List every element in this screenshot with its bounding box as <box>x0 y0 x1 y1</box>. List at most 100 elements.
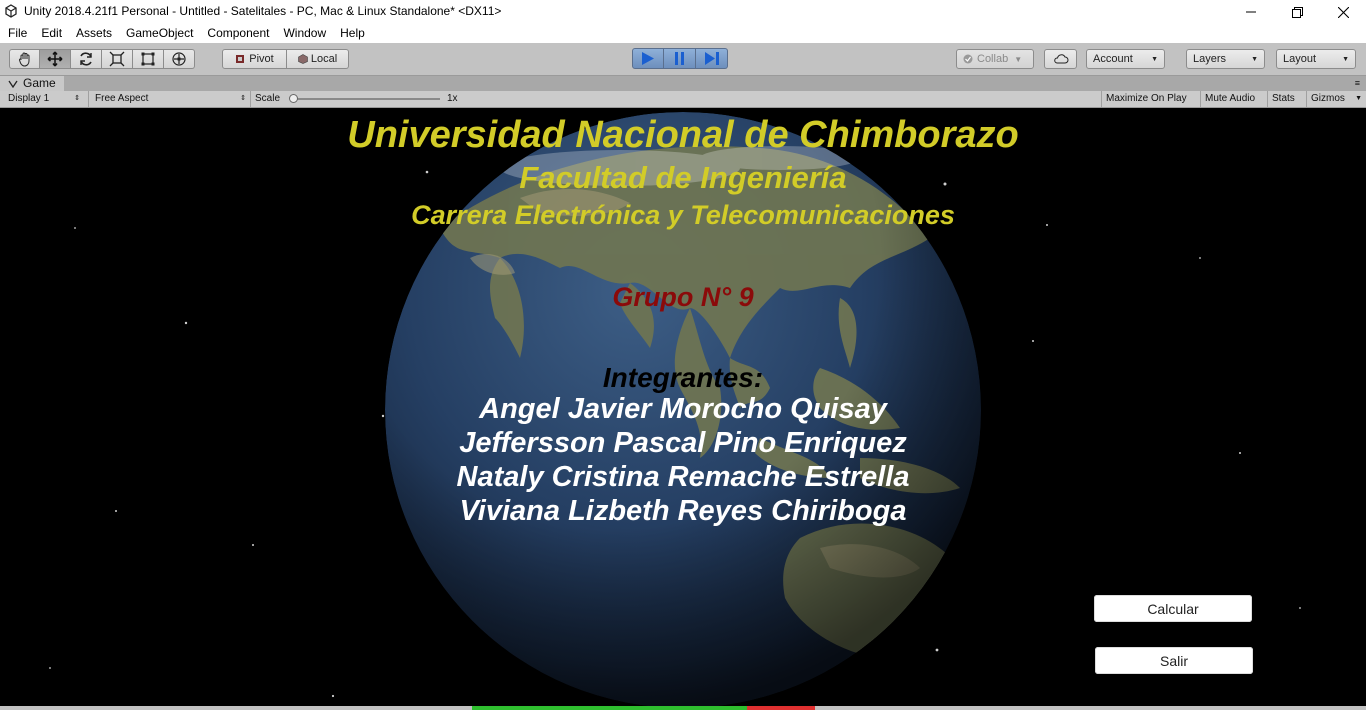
layers-label: Layers <box>1193 53 1227 65</box>
pivot-icon <box>236 55 245 63</box>
account-dropdown[interactable]: Account ▼ <box>1086 49 1165 69</box>
chevron-down-icon: ▼ <box>1355 95 1362 102</box>
move-tool-button[interactable] <box>40 49 71 69</box>
minimize-button[interactable] <box>1228 0 1274 24</box>
rotate-icon <box>80 52 92 66</box>
step-button[interactable] <box>696 48 728 69</box>
faculty-title: Facultad de Ingeniería <box>519 160 847 195</box>
unity-logo-icon <box>5 4 17 18</box>
updown-icon: ⇕ <box>240 95 246 102</box>
local-cube-icon <box>298 54 308 64</box>
progress-bar-green <box>472 706 747 710</box>
cloud-icon <box>1053 54 1068 64</box>
chevron-down-icon: ▼ <box>1251 55 1258 63</box>
member-name: Angel Javier Morocho Quisay <box>479 393 887 425</box>
pause-button[interactable] <box>664 48 696 69</box>
checkmark-icon <box>963 54 973 64</box>
restore-button[interactable] <box>1274 0 1320 24</box>
member-name: Nataly Cristina Remache Estrella <box>456 461 910 493</box>
menu-window[interactable]: Window <box>276 24 333 43</box>
menu-help[interactable]: Help <box>333 24 372 43</box>
mute-audio-toggle[interactable]: Mute Audio <box>1200 91 1267 107</box>
salir-label: Salir <box>1159 652 1188 669</box>
updown-icon: ⇕ <box>74 95 80 102</box>
mute-label: Mute Audio <box>1205 93 1256 104</box>
gizmos-label: Gizmos <box>1311 93 1345 104</box>
restore-icon <box>1291 6 1303 18</box>
collab-dropdown[interactable]: Collab ▼ <box>956 49 1034 69</box>
chevron-down-icon: ▼ <box>1151 55 1158 63</box>
window-titlebar: Unity 2018.4.21f1 Personal - Untitled - … <box>0 0 1366 24</box>
hand-icon <box>18 52 29 67</box>
main-toolbar: Pivot Local Collab ▼ Account ▼ Layers ▼ … <box>0 43 1366 76</box>
menu-bar: File Edit Assets GameObject Component Wi… <box>0 24 1366 43</box>
scale-value: 1x <box>447 93 458 104</box>
stats-label: Stats <box>1272 93 1295 104</box>
transform-tools <box>9 49 195 69</box>
member-name: Jeffersson Pascal Pino Enriquez <box>459 427 907 459</box>
collab-label: Collab <box>977 53 1009 65</box>
play-controls <box>632 48 728 69</box>
pivot-label: Pivot <box>249 53 274 65</box>
maximize-label: Maximize On Play <box>1106 93 1187 104</box>
chevron-down-icon: ▼ <box>1014 54 1023 64</box>
menu-edit[interactable]: Edit <box>34 24 69 43</box>
career-title: Carrera Electrónica y Telecomunicaciones <box>411 200 955 230</box>
members-heading: Integrantes: <box>602 362 764 393</box>
scale-control: Scale 1x <box>250 91 470 107</box>
local-label: Local <box>310 53 338 65</box>
calcular-label: Calcular <box>1147 600 1199 617</box>
step-icon <box>704 52 719 65</box>
stats-toggle[interactable]: Stats <box>1267 91 1306 107</box>
transform-all-icon <box>172 52 186 66</box>
university-title: Universidad Nacional de Chimborazo <box>347 114 1019 156</box>
layout-dropdown[interactable]: Layout ▼ <box>1276 49 1356 69</box>
menu-file[interactable]: File <box>0 24 34 43</box>
scale-icon <box>109 51 125 67</box>
member-name: Viviana Lizbeth Reyes Chiriboga <box>459 495 907 527</box>
chevron-down-icon: ▼ <box>1342 55 1349 63</box>
game-tab-bar: Game ≡ <box>0 76 1366 91</box>
pause-icon <box>674 52 684 65</box>
pivot-group: Pivot Local <box>222 49 349 69</box>
layers-dropdown[interactable]: Layers ▼ <box>1186 49 1265 69</box>
play-button[interactable] <box>632 48 664 69</box>
account-label: Account <box>1093 53 1133 65</box>
scale-slider-thumb[interactable] <box>289 94 298 103</box>
menu-assets[interactable]: Assets <box>69 24 119 43</box>
hand-tool-button[interactable] <box>9 49 40 69</box>
salir-button[interactable]: Salir <box>1095 647 1253 674</box>
minimize-icon <box>1246 11 1256 13</box>
display-dropdown[interactable]: Display 1 ⇕ <box>8 91 84 107</box>
menu-component[interactable]: Component <box>200 24 276 43</box>
gizmos-dropdown[interactable]: Gizmos ▼ <box>1306 91 1366 107</box>
scale-tool-button[interactable] <box>102 49 133 69</box>
calcular-button[interactable]: Calcular <box>1094 595 1252 622</box>
play-icon <box>642 52 654 65</box>
rotate-tool-button[interactable] <box>71 49 102 69</box>
move-icon <box>47 51 63 67</box>
game-view-toolbar: Display 1 ⇕ Free Aspect ⇕ Scale 1x Maxim… <box>0 91 1366 108</box>
display-label: Display 1 <box>8 93 50 104</box>
rect-transform-icon <box>141 52 155 66</box>
tab-game[interactable]: Game <box>0 76 64 91</box>
close-button[interactable] <box>1320 0 1366 24</box>
local-toggle[interactable]: Local <box>287 49 349 69</box>
status-bar <box>0 706 1366 710</box>
maximize-on-play-toggle[interactable]: Maximize On Play <box>1101 91 1200 107</box>
cloud-button[interactable] <box>1044 49 1077 69</box>
tab-menu-icon[interactable]: ≡ <box>1355 76 1360 91</box>
close-icon <box>1337 6 1349 18</box>
menu-gameobject[interactable]: GameObject <box>119 24 200 43</box>
game-controller-icon <box>8 80 18 88</box>
aspect-label: Free Aspect <box>95 93 149 104</box>
rect-tool-button[interactable] <box>133 49 164 69</box>
scale-slider[interactable] <box>289 94 440 103</box>
scale-label: Scale <box>255 93 281 104</box>
game-view: Universidad Nacional de Chimborazo Facul… <box>0 108 1366 706</box>
progress-bar-red <box>747 706 815 710</box>
pivot-toggle[interactable]: Pivot <box>222 49 287 69</box>
aspect-dropdown[interactable]: Free Aspect ⇕ <box>88 91 248 107</box>
transform-tool-button[interactable] <box>164 49 195 69</box>
layout-label: Layout <box>1283 53 1317 65</box>
